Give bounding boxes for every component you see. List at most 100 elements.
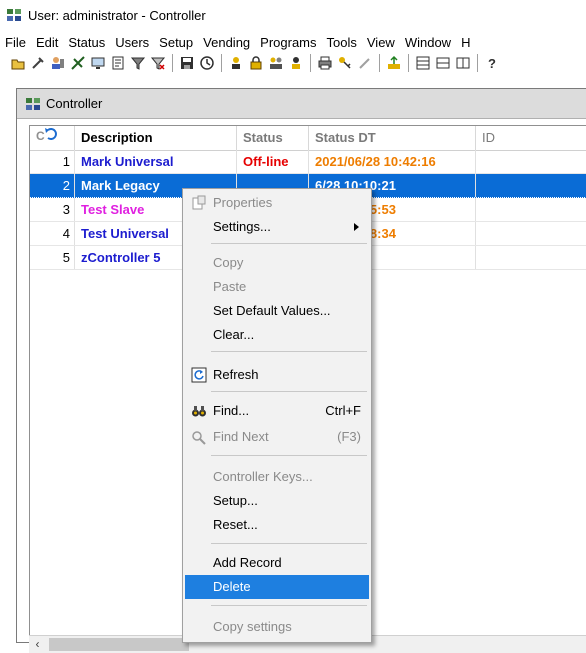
row-description[interactable]: Mark Universal (75, 150, 237, 173)
menu-window[interactable]: Window (400, 35, 456, 50)
row-id[interactable] (476, 246, 586, 269)
menu-tools[interactable]: Tools (322, 35, 362, 50)
menu-item-setup[interactable]: Setup... (185, 489, 369, 513)
toolbar-separator (172, 54, 173, 72)
menu-item-find-label: Find... (213, 403, 250, 418)
menu-item-copy[interactable]: Copy (185, 251, 369, 275)
find-next-icon (192, 431, 206, 445)
row-id[interactable] (476, 174, 586, 197)
menu-item-properties[interactable]: Properties (185, 191, 369, 215)
toolbar-clear-filter-icon[interactable] (150, 55, 166, 71)
toolbar: ? (0, 52, 586, 74)
menu-item-settings[interactable]: Settings... (185, 215, 369, 239)
toolbar-connect-icon[interactable] (70, 55, 86, 71)
row-status-dt[interactable]: 2021/06/28 10:42:16 (309, 150, 476, 173)
menu-item-find[interactable]: Find... Ctrl+F (185, 399, 369, 423)
toolbar-export-icon[interactable] (386, 55, 402, 71)
row-number: 4 (30, 222, 75, 245)
menu-item-find-next[interactable]: Find Next (F3) (185, 425, 369, 449)
row-id[interactable] (476, 222, 586, 245)
toolbar-user-icon[interactable] (288, 55, 304, 71)
menu-item-controller-keys[interactable]: Controller Keys... (185, 465, 369, 489)
toolbar-filter-icon[interactable] (130, 55, 146, 71)
scroll-left-arrow-icon[interactable]: ‹ (29, 636, 46, 653)
menu-help[interactable]: H (456, 35, 475, 50)
window-title: User: administrator - Controller (28, 7, 206, 23)
toolbar-separator (477, 54, 478, 72)
menu-vending[interactable]: Vending (198, 35, 255, 50)
menu-item-paste[interactable]: Paste (185, 275, 369, 299)
menu-item-refresh[interactable]: Refresh (185, 363, 369, 387)
toolbar-status-icon[interactable] (199, 55, 215, 71)
table-row[interactable]: 1 Mark Universal Off-line 2021/06/28 10:… (30, 150, 586, 174)
menu-item-properties-label: Properties (213, 195, 273, 210)
menu-users[interactable]: Users (110, 35, 154, 50)
refresh-arrow-icon: C (36, 128, 57, 143)
svg-text:?: ? (488, 56, 496, 71)
menu-programs[interactable]: Programs (255, 35, 321, 50)
toolbar-save-icon[interactable] (179, 55, 195, 71)
menu-separator (211, 243, 367, 244)
properties-icon (192, 195, 206, 210)
grid-header: C Description Status Status DT ID (30, 126, 586, 151)
toolbar-monitor-icon[interactable] (90, 55, 106, 71)
menu-item-reset[interactable]: Reset... (185, 513, 369, 537)
row-status[interactable]: Off-line (237, 150, 309, 173)
menu-view[interactable]: View (362, 35, 400, 50)
context-menu: Properties Settings... Copy Paste Set De… (182, 188, 372, 643)
title-bar: User: administrator - Controller (0, 0, 586, 30)
controller-window-titlebar[interactable]: Controller (17, 89, 586, 119)
menu-bar: File Edit Status Users Setup Vending Pro… (0, 32, 586, 52)
scrollbar-thumb[interactable] (49, 638, 189, 651)
toolbar-lock-icon[interactable] (248, 55, 264, 71)
menu-item-add-record[interactable]: Add Record (185, 551, 369, 575)
menu-setup[interactable]: Setup (154, 35, 198, 50)
row-number: 5 (30, 246, 75, 269)
row-id[interactable] (476, 150, 586, 173)
toolbar-group-icon[interactable] (268, 55, 284, 71)
menu-file[interactable]: File (0, 35, 31, 50)
menu-item-set-default-values[interactable]: Set Default Values... (185, 299, 369, 323)
toolbar-tile-icon[interactable] (415, 55, 431, 71)
app-icon (7, 9, 21, 21)
menu-item-refresh-label: Refresh (213, 367, 259, 382)
toolbar-log-icon[interactable] (110, 55, 126, 71)
menu-item-delete-label: Delete (213, 579, 251, 594)
toolbar-wand-icon[interactable] (357, 55, 373, 71)
menu-separator (211, 605, 367, 606)
column-header-status[interactable]: Status (237, 126, 309, 150)
menu-item-delete[interactable]: Delete (185, 575, 369, 599)
toolbar-open-icon[interactable] (10, 55, 26, 71)
menu-item-clear[interactable]: Clear... (185, 323, 369, 347)
row-number: 3 (30, 198, 75, 221)
submenu-arrow-icon (354, 223, 359, 231)
controller-window-title: Controller (46, 96, 103, 111)
toolbar-window-icon[interactable] (455, 55, 471, 71)
menu-edit[interactable]: Edit (31, 35, 63, 50)
toolbar-tools-icon[interactable] (30, 55, 46, 71)
column-header-status-dt[interactable]: Status DT (309, 126, 476, 150)
column-header-description[interactable]: Description (75, 126, 237, 150)
menu-item-settings-label: Settings... (213, 219, 271, 234)
toolbar-key-icon[interactable] (337, 55, 353, 71)
menu-separator (211, 455, 367, 456)
toolbar-person-icon[interactable] (228, 55, 244, 71)
column-header-id[interactable]: ID (476, 126, 586, 150)
menu-status[interactable]: Status (63, 35, 110, 50)
toolbar-separator (221, 54, 222, 72)
grid-header-icon-column[interactable]: C (30, 126, 75, 150)
binoculars-icon (192, 406, 206, 417)
toolbar-separator (310, 54, 311, 72)
menu-item-copy-settings[interactable]: Copy settings (185, 615, 369, 639)
menu-item-find-shortcut: Ctrl+F (325, 403, 361, 418)
menu-item-set-default-label: Set Default Values... (213, 303, 331, 318)
toolbar-print-icon[interactable] (317, 55, 333, 71)
toolbar-separator (408, 54, 409, 72)
menu-item-find-next-shortcut: (F3) (337, 429, 361, 444)
toolbar-users-icon[interactable] (50, 55, 66, 71)
menu-item-copy-settings-label: Copy settings (213, 619, 292, 634)
toolbar-cascade-icon[interactable] (435, 55, 451, 71)
refresh-icon (191, 367, 207, 383)
row-id[interactable] (476, 198, 586, 221)
toolbar-help-icon[interactable]: ? (484, 55, 500, 71)
